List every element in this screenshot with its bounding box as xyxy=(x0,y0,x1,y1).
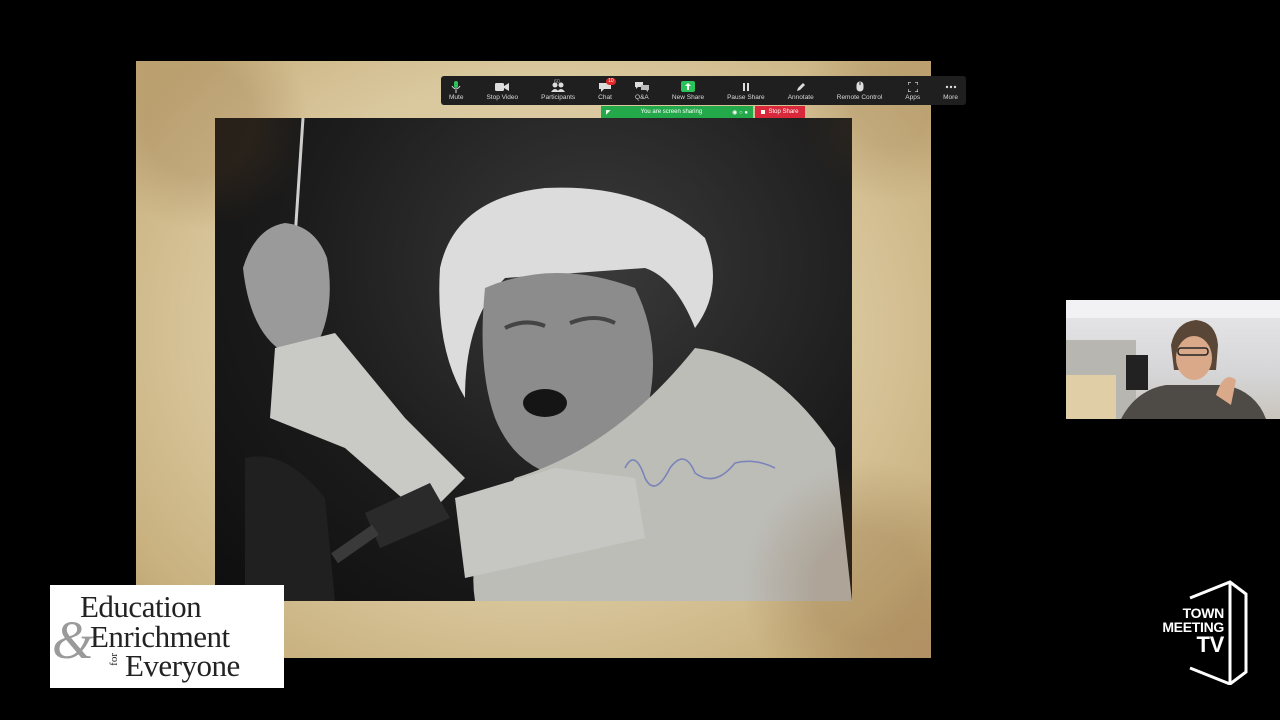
annotate-label: Annotate xyxy=(787,93,814,101)
tmtv-tv: TV xyxy=(1196,632,1224,657)
participants-label: Participants xyxy=(541,93,576,101)
sharing-status-icons: ◉ ○ ● xyxy=(732,109,748,116)
stop-icon xyxy=(761,110,766,114)
participant-count: 60 xyxy=(554,78,560,85)
stop-share-label: Stop Share xyxy=(768,109,799,115)
remote-control-button[interactable]: Remote Control xyxy=(836,81,883,101)
tmtv-town: TOWN xyxy=(1182,605,1225,621)
sharing-status: ◤ You are screen sharing ◉ ○ ● xyxy=(601,106,753,118)
tmtv-wordmark: TOWN MEETING TV xyxy=(1150,606,1224,656)
logo-line-everyone: Everyone xyxy=(125,648,240,683)
chat-badge: 10 xyxy=(606,77,616,85)
pause-icon xyxy=(741,81,751,93)
microphone-icon xyxy=(451,80,461,93)
screen-sharing-bar: ◤ You are screen sharing ◉ ○ ● Stop Shar… xyxy=(601,106,805,118)
apps-button[interactable]: Apps xyxy=(905,81,920,101)
mouse-icon xyxy=(856,81,864,93)
remote-control-label: Remote Control xyxy=(836,93,883,101)
chat-button[interactable]: 10 Chat xyxy=(598,77,616,101)
new-share-button[interactable]: New Share xyxy=(672,81,704,101)
new-share-label: New Share xyxy=(671,93,705,101)
mute-label: Mute xyxy=(449,93,464,101)
shared-slide xyxy=(136,61,931,658)
qa-label: Q&A xyxy=(635,93,649,101)
video-camera-icon xyxy=(495,81,510,93)
mute-button[interactable]: Mute xyxy=(449,80,464,101)
apps-label: Apps xyxy=(905,93,921,101)
more-label: More xyxy=(943,93,958,101)
pencil-icon xyxy=(796,81,806,93)
participants-button[interactable]: 60 Participants xyxy=(541,78,576,101)
town-meeting-tv-logo: TOWN MEETING TV xyxy=(1150,580,1250,685)
sharing-status-text: You are screen sharing xyxy=(640,109,703,115)
pause-share-button[interactable]: Pause Share xyxy=(727,81,765,101)
qa-button[interactable]: Q&A xyxy=(634,81,649,101)
zoom-meeting-toolbar: Mute Stop Video 60 Participants 10 Chat … xyxy=(441,76,966,105)
logo-for: for xyxy=(108,653,120,666)
stop-share-button[interactable]: Stop Share xyxy=(755,106,805,118)
qa-icon xyxy=(634,81,649,93)
more-icon xyxy=(945,81,957,93)
chat-label: Chat xyxy=(598,93,612,101)
education-enrichment-logo: & Education Enrichment for Everyone xyxy=(50,585,284,688)
conductor-photo xyxy=(215,118,852,601)
pause-share-label: Pause Share xyxy=(727,93,765,101)
apps-icon xyxy=(907,81,918,93)
webcam-video-tile[interactable] xyxy=(1066,300,1280,419)
stop-video-label: Stop Video xyxy=(486,93,519,101)
more-button[interactable]: More xyxy=(943,81,958,101)
stop-video-button[interactable]: Stop Video xyxy=(486,81,518,101)
share-screen-icon xyxy=(681,81,695,93)
pin-icon: ◤ xyxy=(606,109,611,116)
annotate-button[interactable]: Annotate xyxy=(788,81,814,101)
